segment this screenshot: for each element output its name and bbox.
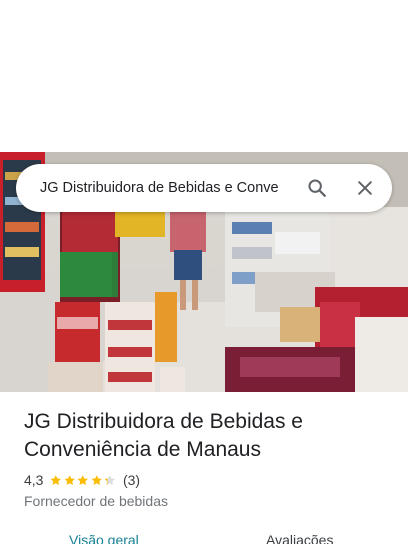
star-icon [105, 474, 116, 485]
star-icon [64, 474, 75, 485]
star-icon [51, 474, 62, 485]
tab-overview[interactable]: Visão geral [69, 532, 139, 544]
rating-row: 4,3 (3) [24, 471, 140, 489]
close-icon [358, 181, 372, 195]
search-icon [308, 179, 326, 197]
rating-value: 4,3 [24, 472, 44, 488]
place-title: JG Distribuidora de Bebidas e Conveniênc… [24, 410, 303, 461]
review-count[interactable]: (3) [123, 472, 140, 488]
star-icon [91, 474, 102, 485]
rating-stars [49, 474, 117, 487]
search-bar[interactable]: JG Distribuidora de Bebidas e Conve [16, 164, 392, 212]
place-category[interactable]: Fornecedor de bebidas [24, 493, 168, 509]
tab-reviews[interactable]: Avaliações [266, 532, 333, 544]
star-icon [78, 474, 89, 485]
place-tabs: Visão geral Avaliações [0, 530, 408, 544]
search-button[interactable] [297, 168, 337, 208]
close-button[interactable] [345, 168, 385, 208]
place-panel: JG Distribuidora de Bebidas e Conve JG D… [0, 0, 408, 544]
search-input[interactable]: JG Distribuidora de Bebidas e Conve [40, 180, 291, 196]
